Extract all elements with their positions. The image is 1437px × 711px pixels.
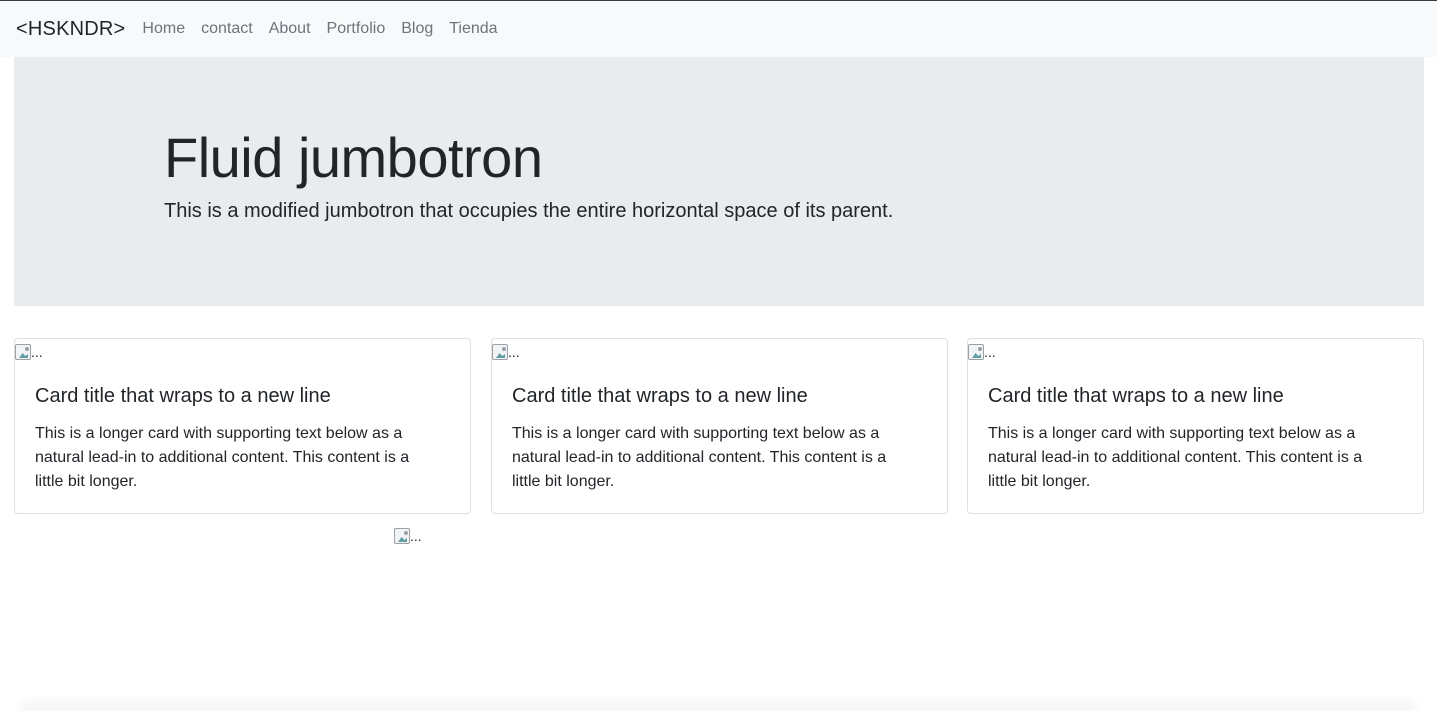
nav-link-home[interactable]: Home [142, 20, 185, 38]
card-image-alt: ... [31, 344, 43, 360]
broken-image-icon [394, 528, 410, 544]
jumbotron: Fluid jumbotron This is a modified jumbo… [14, 57, 1424, 306]
nav-link-tienda[interactable]: Tienda [449, 20, 497, 38]
card-text: This is a longer card with supporting te… [35, 425, 410, 490]
card-image: ... [15, 343, 43, 361]
card-deck: ... Card title that wraps to a new line … [14, 338, 1424, 514]
nav-link-blog[interactable]: Blog [401, 20, 433, 38]
nav-links: Home contact About Portfolio Blog Tienda [142, 20, 513, 38]
jumbotron-lead: This is a modified jumbotron that occupi… [164, 200, 894, 222]
standalone-image-alt: ... [410, 528, 422, 544]
card-title: Card title that wraps to a new line [35, 385, 331, 407]
card-title: Card title that wraps to a new line [988, 385, 1284, 407]
card: ... Card title that wraps to a new line … [14, 338, 471, 514]
card-image-alt: ... [984, 344, 996, 360]
navbar-brand[interactable]: <HSKNDR> [16, 18, 125, 41]
card-text: This is a longer card with supporting te… [988, 425, 1363, 490]
card-text: This is a longer card with supporting te… [512, 425, 887, 490]
jumbotron-title: Fluid jumbotron [164, 126, 543, 189]
standalone-image: ... [394, 527, 422, 545]
card-image-alt: ... [508, 344, 520, 360]
bottom-shadow [20, 696, 1417, 711]
broken-image-icon [968, 344, 984, 360]
card: ... Card title that wraps to a new line … [967, 338, 1424, 514]
card-image: ... [492, 343, 520, 361]
nav-link-portfolio[interactable]: Portfolio [327, 20, 386, 38]
nav-link-contact[interactable]: contact [201, 20, 253, 38]
broken-image-icon [15, 344, 31, 360]
card: ... Card title that wraps to a new line … [491, 338, 948, 514]
card-title: Card title that wraps to a new line [512, 385, 808, 407]
broken-image-icon [492, 344, 508, 360]
card-image: ... [968, 343, 996, 361]
navbar: <HSKNDR> Home contact About Portfolio Bl… [0, 1, 1437, 57]
nav-link-about[interactable]: About [269, 20, 311, 38]
